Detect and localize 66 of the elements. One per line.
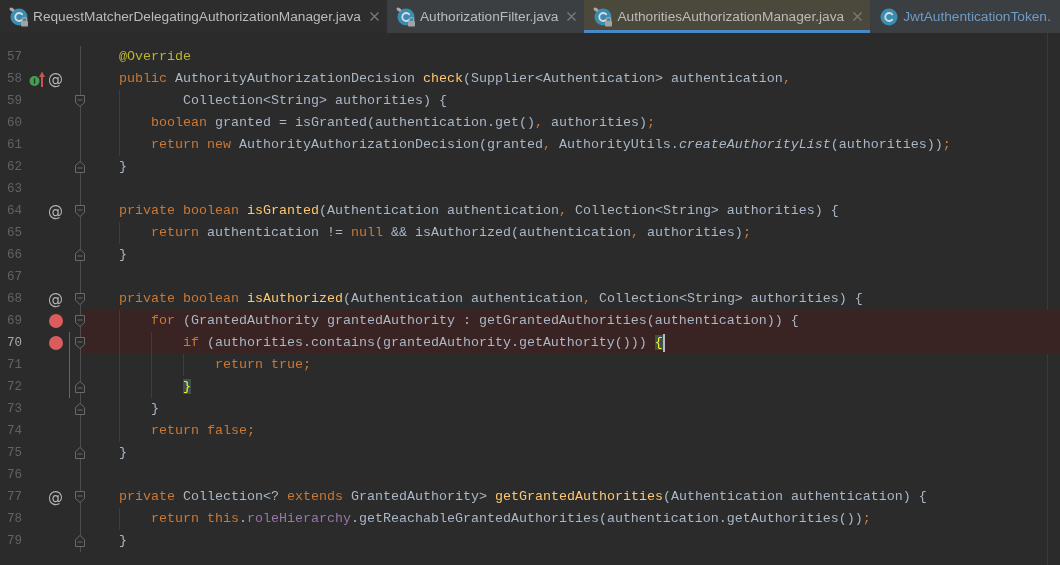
fold-marker-icon[interactable] [74,314,86,328]
fold-end-marker-icon[interactable] [74,446,86,460]
code-line: if (authorities.contains(grantedAuthority.getAuthority())) { [182,334,663,352]
line-number: 73 [6,401,22,418]
code-line: return this.roleHierarchy.getReachableGrantedAuthorities(authentication.getAuthorities()); [150,510,871,528]
fold-end-marker-icon[interactable] [74,160,86,174]
code-line: private Collection<? extends GrantedAuthority> getGrantedAuthorities(Authentication authentication) { [119,488,927,506]
line-number: 72 [6,379,22,396]
file-tab[interactable]: RequestMatcherDelegatingAuthorizationManager.java [0,0,387,33]
fold-marker-icon[interactable] [74,94,86,108]
line-number: 78 [6,511,22,528]
code-line: return true; [214,356,311,374]
fold-marker-icon[interactable] [74,292,86,306]
line-number: 79 [6,533,22,550]
code-line: } [119,158,127,176]
code-line: return authentication != null && isAuthorized(authentication, authorities); [150,224,751,242]
breakpoint-icon[interactable] [48,314,63,328]
line-number: 63 [6,181,22,198]
line-number: 64 [6,203,22,220]
code-line: private boolean isGranted(Authentication authentication, Collection<String> authorities) { [119,202,839,220]
line-number: 57 [6,49,22,66]
gutter-marker[interactable]: @ [48,489,63,505]
line-number: 74 [6,423,22,440]
code-line: private boolean isAuthorized(Authentication authentication, Collection<String> authorities) { [119,290,863,308]
code-line: for (GrantedAuthority grantedAuthority : getGrantedAuthorities(authentication)) { [150,312,799,330]
line-number: 68 [6,291,22,308]
line-number: 65 [6,225,22,242]
override-arrow-icon[interactable] [29,71,45,87]
line-number: 61 [6,137,22,154]
fold-marker-icon[interactable] [74,336,86,350]
line-number: 69 [6,313,22,330]
line-number: 76 [6,467,22,484]
code-line: } [119,444,127,462]
line-number: 77 [6,489,22,506]
close-icon[interactable] [369,12,379,21]
line-number: 66 [6,247,22,264]
line-number: 75 [6,445,22,462]
fold-marker-icon[interactable] [74,490,86,504]
file-tab[interactable]: AuthoritiesAuthorizationManager.java [584,0,871,33]
line-number: 67 [6,269,22,286]
gutter-marker[interactable]: @ [48,291,63,307]
fold-end-marker-icon[interactable] [74,248,86,262]
fold-end-marker-icon[interactable] [74,380,86,394]
line-number: 71 [6,357,22,374]
code-line: Collection<String> authorities) { [182,92,447,110]
fold-end-marker-icon[interactable] [74,534,86,548]
gutter-marker[interactable]: @ [48,71,63,87]
close-icon[interactable] [853,12,863,21]
line-number: 62 [6,159,22,176]
line-number: 58 [6,71,22,88]
fold-end-marker-icon[interactable] [74,402,86,416]
line-number: 59 [6,93,22,110]
code-line: boolean granted = isGranted(authentication.get(), authorities); [150,114,655,132]
code-line: } [119,246,127,264]
code-line: public AuthorityAuthorizationDecision check(Supplier<Authentication> authentication, [119,70,791,88]
code-line: @Override [119,48,191,66]
line-number: 60 [6,115,22,132]
code-line: } [119,532,127,550]
close-icon[interactable] [567,12,577,21]
gutter-marker[interactable]: @ [48,203,63,219]
fold-marker-icon[interactable] [74,204,86,218]
code-line: } [150,400,159,418]
code-line: return false; [150,422,255,440]
code-line: return new AuthorityAuthorizationDecision(granted, AuthorityUtils.createAuthorityList(authorities)); [150,136,951,154]
breakpoint-icon[interactable] [48,336,63,350]
line-number: 70 [6,335,22,352]
